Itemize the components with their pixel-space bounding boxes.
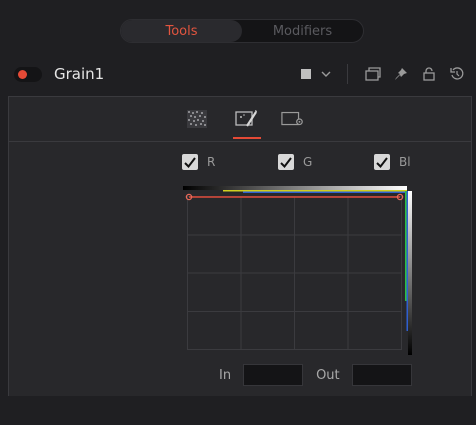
- channel-red-check[interactable]: R: [182, 154, 215, 170]
- tab-tools[interactable]: Tools: [121, 20, 242, 42]
- chevron-down-icon[interactable]: [317, 65, 335, 83]
- out-label: Out: [316, 367, 340, 383]
- input-gradient-accent: [223, 190, 407, 192]
- output-gradient-bar: [408, 191, 412, 355]
- channel-checkboxes: R G Bl: [182, 154, 442, 174]
- subtab-bar: [9, 97, 471, 142]
- channel-blue-label: Bl: [399, 155, 411, 169]
- enable-indicator: [18, 69, 27, 79]
- node-header: Grain1: [14, 61, 466, 87]
- lock-icon[interactable]: [420, 65, 438, 83]
- out-field[interactable]: [351, 364, 412, 386]
- tool-panel: R G Bl In Out: [8, 96, 472, 396]
- input-gradient-accent: [243, 191, 407, 193]
- node-title: Grain1: [54, 65, 105, 83]
- in-label: In: [219, 367, 232, 383]
- color-swatch[interactable]: [301, 69, 311, 79]
- versions-icon[interactable]: [364, 65, 382, 83]
- channel-green-label: G: [303, 155, 313, 169]
- channel-blue-check[interactable]: Bl: [374, 154, 411, 170]
- tab-switch: Tools Modifiers: [120, 19, 364, 43]
- reset-icon[interactable]: [448, 65, 466, 83]
- active-subtab-indicator: [233, 137, 261, 139]
- in-out-row: In Out: [219, 363, 412, 387]
- output-gradient-accent: [406, 191, 408, 331]
- in-field[interactable]: [243, 364, 304, 386]
- curve-editor[interactable]: [183, 185, 423, 357]
- grain-pattern-icon[interactable]: [185, 109, 209, 129]
- input-gradient-bar: [183, 186, 407, 190]
- curve-grid: [187, 196, 402, 350]
- curves-magic-icon[interactable]: [235, 109, 259, 129]
- output-gradient-accent: [405, 191, 407, 301]
- channel-green-check[interactable]: G: [278, 154, 312, 170]
- checkbox[interactable]: [374, 154, 390, 170]
- tab-modifiers[interactable]: Modifiers: [242, 20, 363, 42]
- checkbox[interactable]: [278, 154, 294, 170]
- checkbox[interactable]: [182, 154, 198, 170]
- node-enable-toggle[interactable]: [14, 66, 42, 82]
- pin-icon[interactable]: [392, 65, 410, 83]
- settings-icon[interactable]: [281, 109, 305, 129]
- header-divider: [347, 64, 348, 84]
- channel-red-label: R: [207, 155, 216, 169]
- header-tools: [301, 64, 466, 84]
